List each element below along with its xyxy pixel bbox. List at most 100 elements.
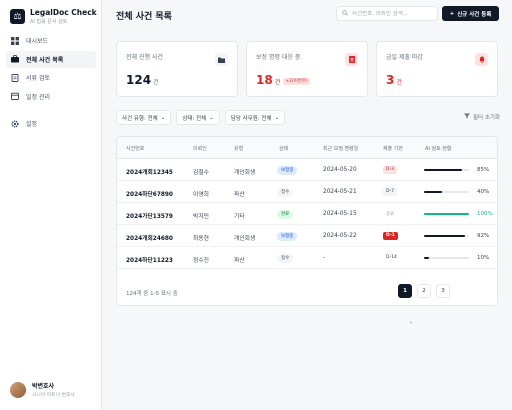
progress-fill [424, 235, 466, 237]
sidebar-item-label: 전체 사건 목록 [26, 56, 64, 64]
search-box[interactable] [336, 6, 438, 21]
progress-bar [424, 257, 469, 259]
topbar: 전체 사건 목록 + 신규 사건 등록 [102, 0, 512, 28]
gear-icon [11, 120, 19, 128]
table-header: 사건번호 의뢰인 유형 상태 최근 보정 명령일 제출 기한 AI 검토 현황 [117, 137, 497, 159]
sidebar: ⚖ LegalDoc Check AI 법률 문서 검토 대시보드 전체 사건 … [0, 0, 102, 410]
progress-bar [424, 235, 469, 237]
client-name: 정수진 [193, 257, 209, 264]
column-header[interactable]: 상태 [279, 145, 288, 152]
case-type: 파산 [234, 257, 245, 264]
stat-card-correction[interactable]: 보정 명령 대응 중 18 건 +2(이번주) [246, 41, 368, 97]
filter-clerk[interactable]: 담당 사무원: 전체 ⌄ [224, 110, 286, 125]
table-row[interactable]: 2024하단11223 정수진 파산 접수 - D-14 10% [117, 247, 497, 269]
table-row[interactable]: 2024개회24680 최동현 개인회생 보정중 2024-05-22 D-1 … [117, 225, 497, 247]
deadline-badge: D-14 [386, 255, 397, 260]
filter-icon [464, 113, 470, 121]
table-row[interactable]: 2024가단13579 박지민 기타 완료 2024-05-15 종료 100% [117, 203, 497, 225]
case-table: 사건번호 의뢰인 유형 상태 최근 보정 명령일 제출 기한 AI 검토 현황 … [116, 136, 498, 326]
client-name: 김철수 [193, 169, 209, 176]
stat-value: 124 건 [126, 73, 159, 87]
page-button[interactable]: 2 [417, 284, 431, 298]
reset-filters-button[interactable]: 필터 초기화 [464, 113, 500, 121]
table-row[interactable]: 2024개회12345 김철수 개인회생 보정중 2024-05-20 D-3 … [117, 159, 497, 181]
correction-date: - [323, 254, 326, 261]
stat-delta: +2(이번주) [283, 77, 310, 85]
status-badge: 보정중 [277, 231, 298, 241]
sidebar-item-doc-review[interactable]: 서류 검토 [6, 69, 96, 86]
stat-card-deadline[interactable]: 금일 제출 마감 3건 [376, 41, 498, 97]
reset-filters-label: 필터 초기화 [473, 115, 501, 121]
pagination: ‹ 1 2 3 › [398, 284, 450, 326]
progress-percent: 100% [477, 210, 493, 217]
filter-case-type[interactable]: 사건 유형: 전체 ⌄ [116, 110, 172, 125]
plus-icon: + [449, 10, 455, 17]
pagination-info: 124개 중 1-5 표시 중 [126, 291, 178, 297]
progress-fill [424, 213, 469, 215]
table-row[interactable]: 2024하단67890 이영희 파산 접수 2024-05-21 D-7 40% [117, 181, 497, 203]
column-header[interactable]: 유형 [234, 145, 243, 152]
client-name: 이영희 [193, 191, 209, 198]
stat-value: 3건 [386, 73, 402, 87]
user-role: 시니어 파트너 변호사 [32, 393, 75, 398]
sidebar-item-label: 서류 검토 [26, 75, 50, 82]
next-page-button[interactable]: › [404, 316, 418, 330]
correction-date: 2024-05-21 [323, 188, 357, 195]
progress-percent: 10% [477, 254, 490, 261]
client-name: 최동현 [193, 235, 209, 242]
sidebar-nav: 대시보드 전체 사건 목록 서류 검토 일정 관리 [6, 32, 96, 106]
deadline-badge: 종료 [386, 212, 395, 217]
page-button[interactable]: 3 [436, 284, 450, 298]
column-header[interactable]: 의뢰인 [193, 145, 207, 152]
brand[interactable]: ⚖ LegalDoc Check AI 법률 문서 검토 [10, 8, 97, 25]
correction-date: 2024-05-20 [323, 166, 357, 173]
sidebar-settings: 설정 [6, 115, 96, 134]
filter-label: 상태: 전체 [182, 115, 207, 122]
progress-fill [424, 257, 429, 259]
case-number[interactable]: 2024개회12345 [126, 167, 173, 176]
dashboard-icon [11, 36, 19, 45]
case-type: 파산 [234, 191, 245, 198]
status-badge: 완료 [277, 209, 294, 219]
stat-label: 보정 명령 대응 중 [256, 54, 301, 61]
progress-fill [424, 191, 442, 193]
case-number[interactable]: 2024개회24680 [126, 233, 173, 242]
sidebar-item-schedule[interactable]: 일정 관리 [6, 88, 96, 105]
sidebar-item-case-list[interactable]: 전체 사건 목록 [6, 50, 96, 68]
briefcase-icon [11, 55, 19, 63]
progress-bar [424, 191, 469, 193]
deadline-badge: D-1 [383, 231, 398, 240]
case-number[interactable]: 2024하단11223 [126, 255, 173, 264]
search-input[interactable] [352, 10, 432, 17]
new-case-button-label: 신규 사건 등록 [457, 11, 492, 18]
correction-date: 2024-05-22 [323, 232, 357, 239]
avatar [10, 381, 26, 398]
case-type: 기타 [234, 213, 245, 220]
case-number[interactable]: 2024하단67890 [126, 189, 173, 198]
filter-status[interactable]: 상태: 전체 ⌄ [176, 110, 220, 125]
chevron-down-icon: ⌄ [209, 114, 214, 121]
stat-label: 전체 진행 사건 [126, 54, 163, 61]
sidebar-item-dashboard[interactable]: 대시보드 [6, 32, 96, 49]
status-badge: 접수 [277, 253, 294, 263]
new-case-button[interactable]: + 신규 사건 등록 [442, 6, 499, 21]
case-number[interactable]: 2024가단13579 [126, 211, 173, 220]
column-header[interactable]: 사건번호 [126, 145, 144, 152]
bell-icon [475, 53, 488, 66]
stat-card-total[interactable]: 전체 진행 사건 124 건 [116, 41, 238, 97]
brand-subtitle: AI 법률 문서 검토 [30, 19, 68, 25]
deadline-badge: D-7 [383, 187, 397, 196]
chevron-down-icon: ⌄ [160, 114, 166, 121]
document-alert-icon [345, 53, 358, 66]
page-title: 전체 사건 목록 [116, 12, 172, 22]
stat-value: 18 건 +2(이번주) [256, 73, 310, 87]
user-profile[interactable]: 박변호사 시니어 파트너 변호사 [10, 381, 75, 398]
sidebar-item-settings[interactable]: 설정 [6, 115, 96, 132]
column-header[interactable]: 제출 기한 [383, 145, 403, 152]
page-button[interactable]: 1 [398, 284, 412, 298]
calendar-icon [11, 92, 19, 100]
column-header[interactable]: 최근 보정 명령일 [323, 145, 358, 152]
progress-percent: 92% [477, 232, 490, 239]
column-header[interactable]: AI 검토 현황 [425, 145, 451, 152]
search-icon [342, 9, 348, 18]
